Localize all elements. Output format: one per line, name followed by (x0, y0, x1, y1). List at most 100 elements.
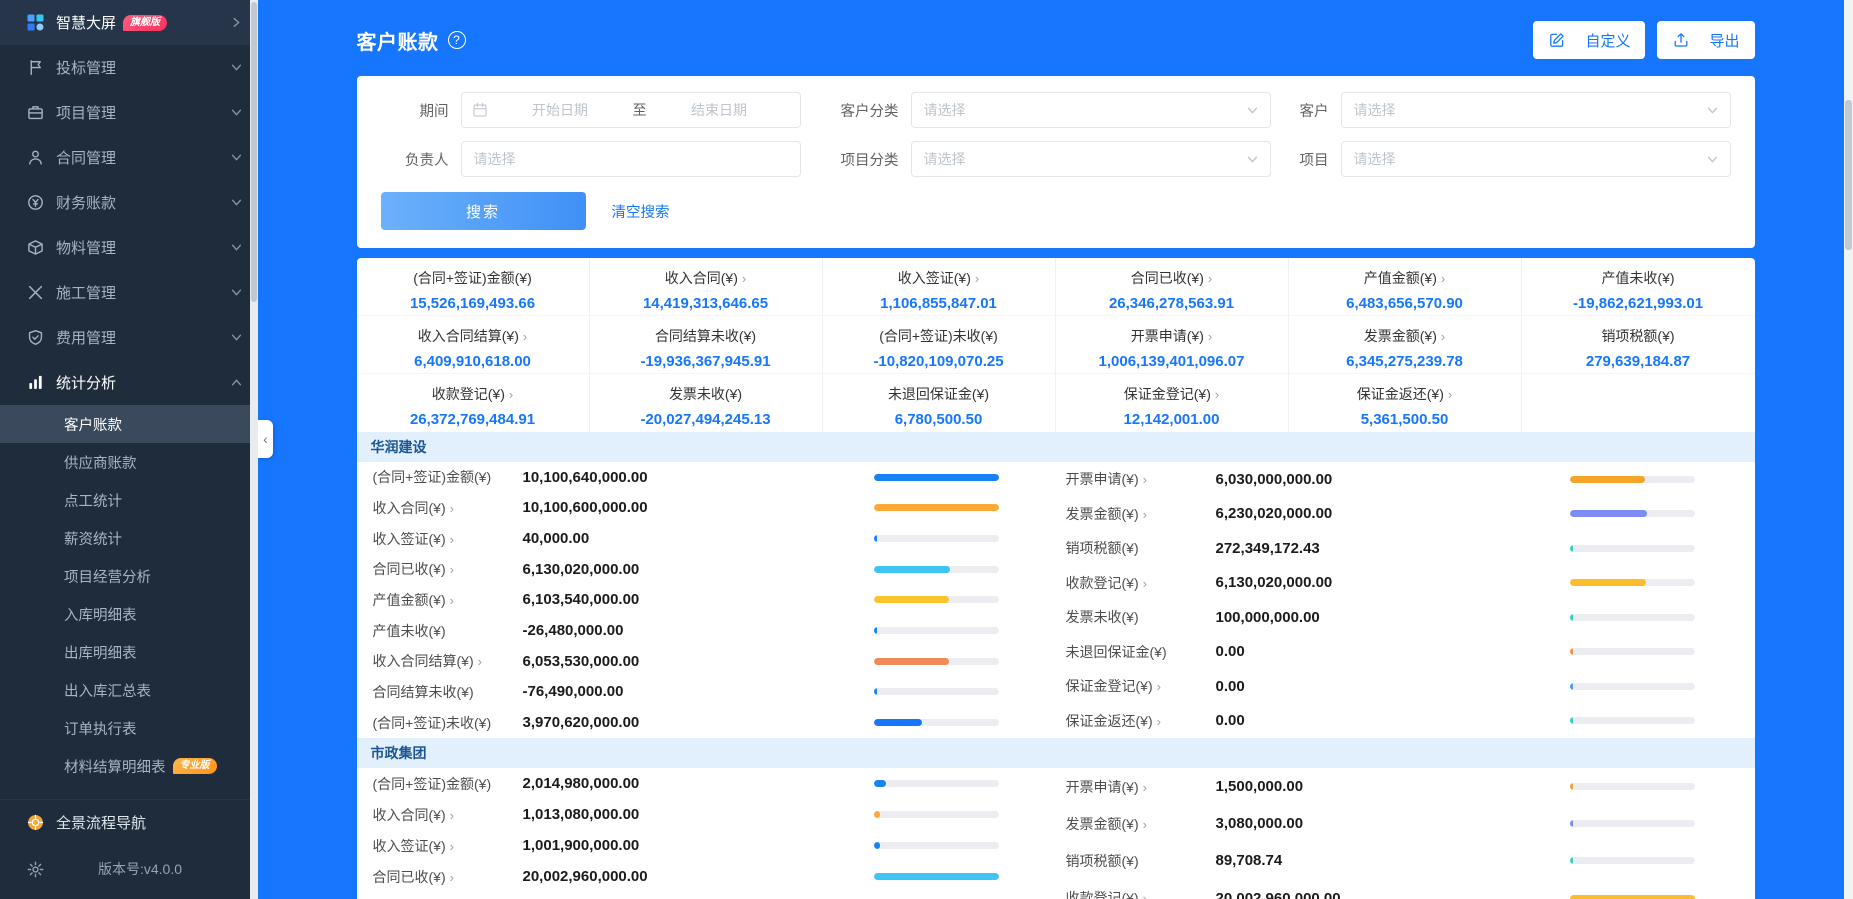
project-category-select[interactable]: 请选择 (910, 141, 1271, 177)
link-arrow-icon: › (449, 531, 454, 547)
summary-card: (合同+签证)未收(¥) -10,820,109,070.25 (822, 316, 1056, 374)
metric-label[interactable]: 收入签证(¥) › (373, 836, 523, 856)
metric-row: 收入合同(¥) › 10,100,600,000.00 (373, 498, 999, 518)
summary-card[interactable]: 收入合同(¥) › 14,419,313,646.65 (589, 258, 823, 316)
sidebar-item-finance[interactable]: 财务账款 (0, 180, 258, 225)
sidebar-subitem-label: 薪资统计 (64, 531, 122, 548)
clear-search-link[interactable]: 清空搜索 (612, 201, 670, 222)
metric-label: 发票未收(¥) (1065, 609, 1139, 626)
metric-row: (合同+签证)金额(¥) 2,014,980,000.00 (373, 774, 999, 794)
metric-label[interactable]: 保证金返还(¥) › (1066, 711, 1216, 731)
metric-value: 272,349,172.43 (1215, 539, 1320, 557)
metric-bar-fill (1569, 510, 1647, 518)
group-rows: (合同+签证)金额(¥) 10,100,640,000.00 收入合同(¥) › 10,… (357, 462, 1755, 738)
sidebar-collapse-button[interactable]: ‹ (258, 420, 273, 458)
sidebar-item-label: 统计分析 (56, 375, 117, 392)
metric-bar-fill (1569, 820, 1573, 828)
owner-label: 负责人 (405, 152, 449, 169)
metric-label[interactable]: 开票申请(¥) › (1066, 469, 1216, 489)
summary-card-value: 6,780,500.50 (894, 411, 983, 428)
metric-row: 合同结算未收(¥) -76,490,000.00 (373, 682, 999, 702)
sidebar-item-project[interactable]: 项目管理 (0, 90, 258, 135)
metric-label[interactable]: 收入合同结算(¥) › (373, 651, 523, 671)
summary-card[interactable]: 开票申请(¥) › 1,006,139,401,096.07 (1055, 316, 1289, 374)
metric-label[interactable]: 发票金额(¥) › (1066, 814, 1216, 834)
sidebar-item-expense[interactable]: 费用管理 (0, 315, 258, 360)
sidebar-subitem-supplier-accounts[interactable]: 供应商账款 (0, 443, 258, 481)
metric-bar (1569, 475, 1695, 483)
sidebar-item-bidding[interactable]: 投标管理 (0, 45, 258, 90)
chevron-down-icon (231, 287, 242, 298)
metric-label[interactable]: 收入签证(¥) › (373, 529, 523, 549)
sidebar-item-dashboard[interactable]: 智慧大屏 旗舰版 (0, 0, 258, 45)
summary-card[interactable]: 收入签证(¥) › 1,106,855,847.01 (822, 258, 1056, 316)
metric-row: 收入合同(¥) › 1,013,080,000.00 (373, 805, 999, 825)
summary-card-value: -10,820,109,070.25 (873, 353, 1004, 370)
customize-button[interactable]: 自定义 (1533, 21, 1646, 59)
sidebar-item-material[interactable]: 物料管理 (0, 225, 258, 270)
customer-select[interactable]: 请选择 (1340, 92, 1731, 128)
summary-card: 发票未收(¥) -20,027,494,245.13 (590, 374, 823, 432)
gear-icon[interactable] (26, 860, 44, 878)
chevron-down-icon (1247, 105, 1258, 116)
sidebar-subitem-order-execution[interactable]: 订单执行表 (0, 709, 258, 747)
metric-row: 销项税额(¥) 272,349,172.43 (1066, 538, 1695, 558)
sidebar-subitem-day-labor-stats[interactable]: 点工统计 (0, 481, 258, 519)
summary-card[interactable]: 收入合同结算(¥) › 6,409,910,618.00 (356, 316, 590, 374)
summary-card[interactable]: 收款登记(¥) › 26,372,769,484.91 (357, 374, 590, 432)
sidebar-item-panorama-nav[interactable]: 全景流程导航 (0, 799, 258, 845)
metric-label[interactable]: 收款登记(¥) › (1066, 573, 1216, 593)
metric-label[interactable]: 收款登记(¥) › (1066, 888, 1216, 899)
project-select[interactable]: 请选择 (1340, 141, 1731, 177)
help-icon[interactable]: ? (447, 31, 466, 49)
sidebar-subitem-inbound-detail[interactable]: 入库明细表 (0, 595, 258, 633)
summary-card[interactable]: 产值金额(¥) › 6,483,656,570.90 (1288, 258, 1522, 316)
metric-label[interactable]: 保证金登记(¥) › (1066, 676, 1216, 696)
customer-category-select[interactable]: 请选择 (910, 92, 1271, 128)
metric-label[interactable]: 开票申请(¥) › (1066, 777, 1216, 797)
sidebar-scrollbar[interactable] (250, 0, 258, 899)
link-arrow-icon: › (1142, 506, 1147, 522)
search-button[interactable]: 搜索 (380, 192, 586, 230)
metric-label[interactable]: 收入合同(¥) › (373, 805, 523, 825)
owner-input[interactable] (460, 141, 801, 177)
chevron-down-icon (1247, 154, 1258, 165)
metric-label[interactable]: 产值金额(¥)› (373, 590, 523, 610)
metric-label[interactable]: 发票金额(¥) › (1066, 504, 1216, 524)
date-range-picker[interactable]: 开始日期 至 结束日期 (460, 92, 801, 128)
summary-card-empty (1522, 374, 1755, 432)
sidebar-item-contract[interactable]: 合同管理 (0, 135, 258, 180)
page-scrollbar[interactable] (1844, 0, 1853, 899)
sidebar-subitem-salary-stats[interactable]: 薪资统计 (0, 519, 258, 557)
sidebar-subitem-in-out-summary[interactable]: 出入库汇总表 (0, 671, 258, 709)
sidebar-item-construction[interactable]: 施工管理 (0, 270, 258, 315)
metric-row: 合同已收(¥) › 6,130,020,000.00 (373, 559, 999, 579)
export-button[interactable]: 导出 (1657, 21, 1755, 59)
metric-bar-fill (873, 596, 949, 604)
sidebar-subitem-project-operation-analysis[interactable]: 项目经营分析 (0, 557, 258, 595)
metric-label[interactable]: 合同已收(¥) › (373, 867, 523, 887)
summary-card-value: 26,372,769,484.91 (409, 411, 536, 428)
summary-card[interactable]: 保证金返还(¥) › 5,361,500.50 (1289, 374, 1522, 432)
link-arrow-icon: › (449, 838, 454, 854)
sidebar-item-label: 合同管理 (56, 150, 117, 167)
link-arrow-icon: › (449, 807, 454, 823)
sidebar-subitem-material-settlement-detail[interactable]: 材料结算明细表 专业版 (0, 747, 258, 785)
sidebar-item-statistics[interactable]: 统计分析 (0, 360, 258, 405)
chevron-down-icon (231, 62, 242, 73)
sidebar-subitem-customer-accounts[interactable]: 客户账款 (0, 405, 258, 443)
metric-label[interactable]: 收入合同(¥) › (373, 498, 523, 518)
summary-card[interactable]: 合同已收(¥) › 26,346,278,563.91 (1055, 258, 1289, 316)
sidebar-scrollbar-thumb[interactable] (251, 2, 257, 302)
sidebar-subitem-outbound-detail[interactable]: 出库明细表 (0, 633, 258, 671)
page-scrollbar-thumb[interactable] (1845, 100, 1852, 250)
link-arrow-icon: › (1440, 329, 1446, 344)
summary-card-label: 保证金返还(¥) › (1356, 386, 1453, 402)
metric-label: 销项税额(¥) (1065, 852, 1139, 869)
metric-value: -76,490,000.00 (522, 683, 624, 701)
metric-value: 40,000.00 (522, 530, 590, 548)
metric-label[interactable]: 合同已收(¥) › (373, 559, 523, 579)
summary-card[interactable]: 保证金登记(¥) › 12,142,001.00 (1056, 374, 1289, 432)
summary-card[interactable]: 发票金额(¥) › 6,345,275,239.78 (1288, 316, 1522, 374)
header-buttons: 自定义 导出 (1533, 21, 1755, 59)
